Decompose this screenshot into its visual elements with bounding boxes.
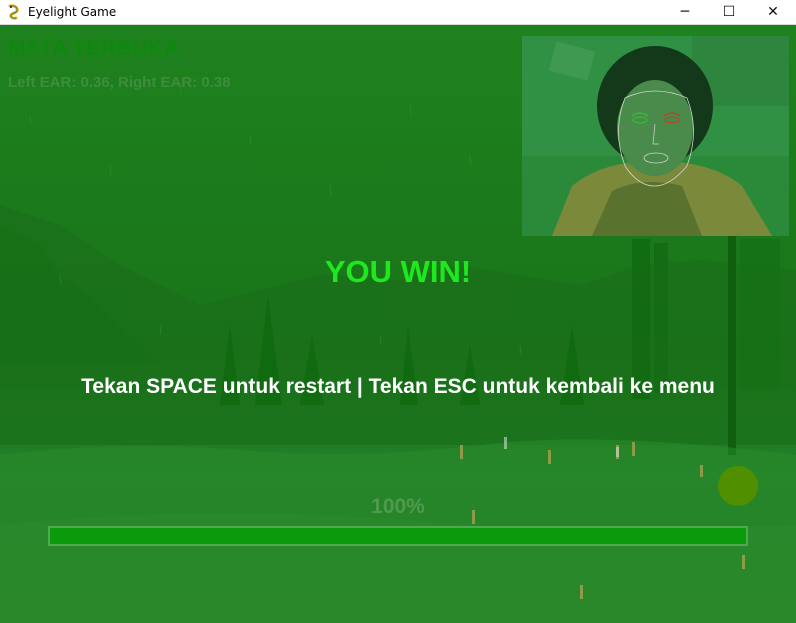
- close-button[interactable]: ✕: [750, 0, 796, 24]
- progress-bar: [48, 526, 748, 546]
- game-canvas[interactable]: MATA TERBUKA Left EAR: 0.36, Right EAR: …: [0, 25, 796, 623]
- webcam-feed: [522, 36, 789, 236]
- win-message: YOU WIN!: [324, 254, 472, 289]
- close-icon: ✕: [767, 4, 779, 20]
- webcam-face-mesh-feed: [522, 36, 789, 236]
- eye-status-label: MATA TERBUKA: [8, 37, 180, 60]
- minimize-button[interactable]: ─: [662, 0, 708, 24]
- window-title: Eyelight Game: [28, 5, 117, 19]
- minimize-icon: ─: [680, 4, 690, 20]
- ear-readout: Left EAR: 0.36, Right EAR: 0.38: [8, 74, 231, 91]
- game-window: Eyelight Game ─ ☐ ✕ MATA TERBUKA Left EA…: [0, 0, 796, 623]
- pygame-snake-icon: [8, 4, 19, 20]
- maximize-icon: ☐: [722, 4, 736, 20]
- progress-percent: 100%: [371, 495, 425, 518]
- title-bar[interactable]: Eyelight Game ─ ☐ ✕: [0, 0, 796, 25]
- instruction-text: Tekan SPACE untuk restart | Tekan ESC un…: [81, 375, 715, 398]
- progress-bar-fill: [50, 528, 746, 544]
- maximize-button[interactable]: ☐: [706, 0, 752, 24]
